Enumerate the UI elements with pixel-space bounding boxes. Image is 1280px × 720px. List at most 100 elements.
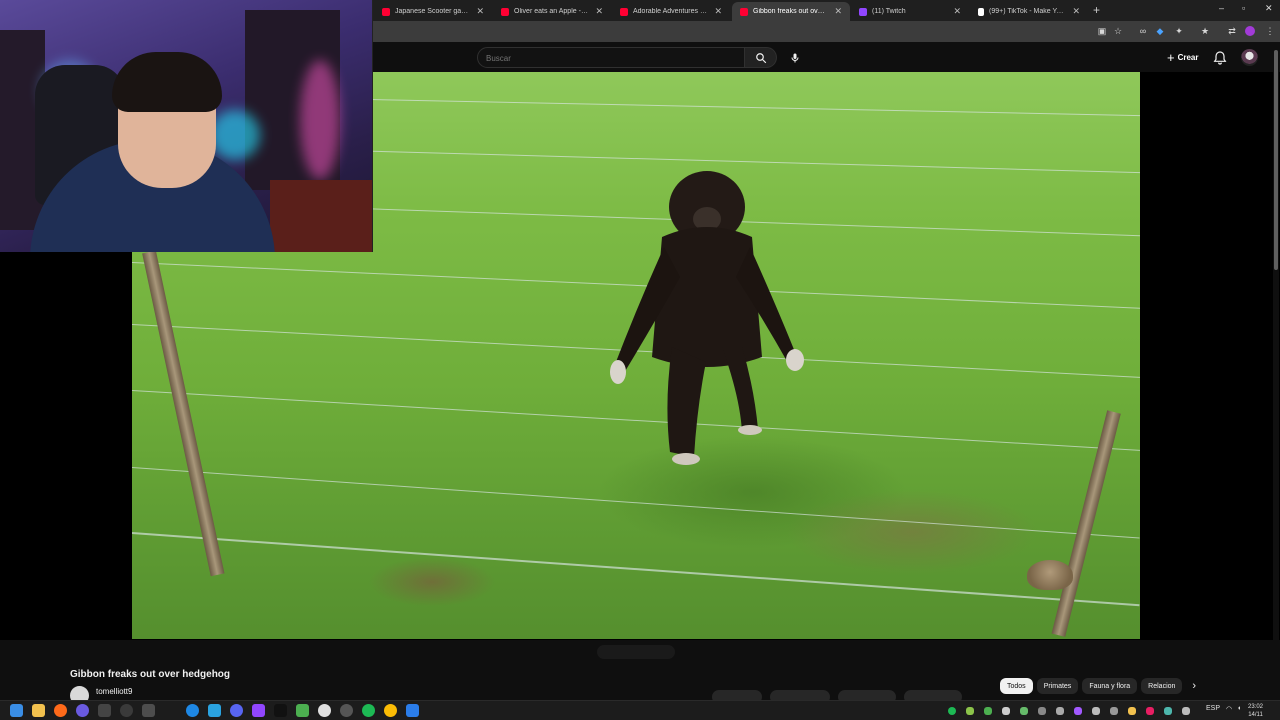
streamer-hair xyxy=(112,52,222,112)
menu-kebab-icon[interactable]: ⋮ xyxy=(1265,26,1275,36)
browser-tab[interactable]: Japanese Scooter game show ✕ xyxy=(374,2,492,21)
video-title: Gibbon freaks out over hedgehog xyxy=(70,669,231,680)
tiktok-app-icon[interactable] xyxy=(274,704,287,717)
edge-icon[interactable] xyxy=(186,704,199,717)
create-button[interactable]: + Crear xyxy=(1163,49,1203,66)
tray-icon[interactable] xyxy=(1110,707,1118,715)
extension-icon[interactable]: ◆ xyxy=(1155,26,1165,36)
close-tab-icon[interactable]: ✕ xyxy=(1072,6,1080,17)
system-clock[interactable]: 23:02 14/11 xyxy=(1248,703,1263,719)
bookmark-star-icon[interactable]: ☆ xyxy=(1113,26,1123,36)
app-icon[interactable] xyxy=(76,704,89,717)
tray-icon[interactable] xyxy=(1128,707,1136,715)
extensions-puzzle-icon[interactable]: ✦ xyxy=(1174,26,1184,36)
account-avatar[interactable] xyxy=(1241,49,1258,66)
player-drag-handle[interactable] xyxy=(597,645,675,659)
browser-tab[interactable]: (99+) TikTok - Make Your Day ✕ xyxy=(970,2,1088,21)
tray-icon[interactable] xyxy=(1164,707,1172,715)
tray-icon[interactable] xyxy=(966,707,974,715)
browser-tab[interactable]: Adorable Adventures - Official ✕ xyxy=(612,2,730,21)
tray-icon[interactable] xyxy=(1182,707,1190,715)
new-tab-icon[interactable]: + xyxy=(1093,3,1100,17)
voice-search-button[interactable] xyxy=(785,48,805,68)
file-explorer-icon[interactable] xyxy=(32,704,45,717)
video-player[interactable] xyxy=(0,0,1280,640)
tray-icon[interactable] xyxy=(948,707,956,715)
scrollbar-thumb[interactable] xyxy=(1274,50,1278,270)
fence-post xyxy=(142,250,225,577)
search-input[interactable] xyxy=(478,49,744,68)
chip-fauna[interactable]: Fauna y flora xyxy=(1082,678,1138,694)
search-button[interactable] xyxy=(745,47,777,68)
video-info-section: Gibbon freaks out over hedgehog tomellio… xyxy=(0,640,1280,705)
chip-primates[interactable]: Primates xyxy=(1036,678,1079,694)
browser-tab[interactable]: Oliver eats an Apple - YouTube ✕ xyxy=(493,2,611,21)
volume-icon[interactable]: ◖ xyxy=(1237,705,1241,712)
close-tab-icon[interactable]: ✕ xyxy=(595,6,603,17)
language-indicator[interactable]: ESP xyxy=(1206,705,1220,712)
tray-icon[interactable] xyxy=(984,707,992,715)
app-icon[interactable] xyxy=(340,704,353,717)
close-tab-icon[interactable]: ✕ xyxy=(714,6,722,17)
app-icon[interactable] xyxy=(406,704,419,717)
reading-list-icon[interactable]: ★ xyxy=(1200,26,1210,36)
tab-label: Japanese Scooter game show xyxy=(395,8,471,15)
chevron-right-icon[interactable]: › xyxy=(1192,680,1196,692)
tab-label: Gibbon freaks out over hedgeh xyxy=(753,8,828,15)
app-icon[interactable] xyxy=(98,704,111,717)
telegram-icon[interactable] xyxy=(208,704,221,717)
chip-relacion[interactable]: Relacion xyxy=(1141,678,1183,694)
tiktok-favicon-icon xyxy=(978,7,984,16)
notifications-bell-icon[interactable] xyxy=(1212,50,1228,66)
twitch-favicon-icon xyxy=(859,7,867,16)
clock-date: 14/11 xyxy=(1248,712,1263,718)
app-icon[interactable] xyxy=(120,704,133,717)
extension-icon[interactable]: ⇄ xyxy=(1227,26,1237,36)
extension-icon[interactable]: ∞ xyxy=(1138,26,1148,36)
channel-name[interactable]: tomelliott9 xyxy=(96,687,132,696)
wifi-icon[interactable]: ◠ xyxy=(1226,705,1232,713)
app-icon[interactable] xyxy=(296,704,309,717)
tray-icon[interactable] xyxy=(1074,707,1082,715)
profile-icon[interactable] xyxy=(1245,26,1255,36)
maximize-icon[interactable]: ▫ xyxy=(1242,3,1245,13)
spotify-icon[interactable] xyxy=(362,704,375,717)
chrome-icon[interactable] xyxy=(384,704,397,717)
youtube-favicon-icon xyxy=(501,7,509,16)
plus-icon: + xyxy=(1167,50,1175,65)
browser-tab-active[interactable]: Gibbon freaks out over hedgeh ✕ xyxy=(732,2,850,21)
app-icon[interactable] xyxy=(142,704,155,717)
close-tab-icon[interactable]: ✕ xyxy=(834,6,842,17)
chip-todos[interactable]: Todos xyxy=(1000,678,1033,694)
page-scrollbar[interactable] xyxy=(1273,42,1279,700)
tray-icon[interactable] xyxy=(1146,707,1154,715)
tray-icon[interactable] xyxy=(1092,707,1100,715)
app-icon[interactable] xyxy=(318,704,331,717)
browser-tab[interactable]: (11) Twitch ✕ xyxy=(851,2,969,21)
close-tab-icon[interactable]: ✕ xyxy=(476,6,484,17)
tab-label: Oliver eats an Apple - YouTube xyxy=(514,8,589,15)
twitch-app-icon[interactable] xyxy=(252,704,265,717)
search-icon xyxy=(755,52,766,63)
app-icon[interactable] xyxy=(230,704,243,717)
windows-start-icon[interactable] xyxy=(10,704,23,717)
search-app-icon[interactable] xyxy=(54,704,67,717)
tray-icon[interactable] xyxy=(1020,707,1028,715)
microphone-icon xyxy=(791,53,799,63)
window-close-icon[interactable]: ✕ xyxy=(1265,3,1273,14)
minimize-icon[interactable]: – xyxy=(1219,3,1224,13)
gibbon-figure xyxy=(610,171,804,465)
youtube-favicon-icon xyxy=(620,7,628,16)
tab-label: (99+) TikTok - Make Your Day xyxy=(989,8,1067,15)
tab-label: Adorable Adventures - Official xyxy=(633,8,708,15)
tray-icon[interactable] xyxy=(1056,707,1064,715)
light-glow xyxy=(210,110,260,160)
fence-wire xyxy=(132,467,1140,539)
tray-icon[interactable] xyxy=(1038,707,1046,715)
install-app-icon[interactable]: ▣ xyxy=(1097,26,1107,36)
create-label: Crear xyxy=(1177,53,1199,62)
close-tab-icon[interactable]: ✕ xyxy=(953,6,961,17)
clock-time: 23:02 xyxy=(1248,704,1264,710)
search-box[interactable] xyxy=(477,47,745,68)
tray-icon[interactable] xyxy=(1002,707,1010,715)
